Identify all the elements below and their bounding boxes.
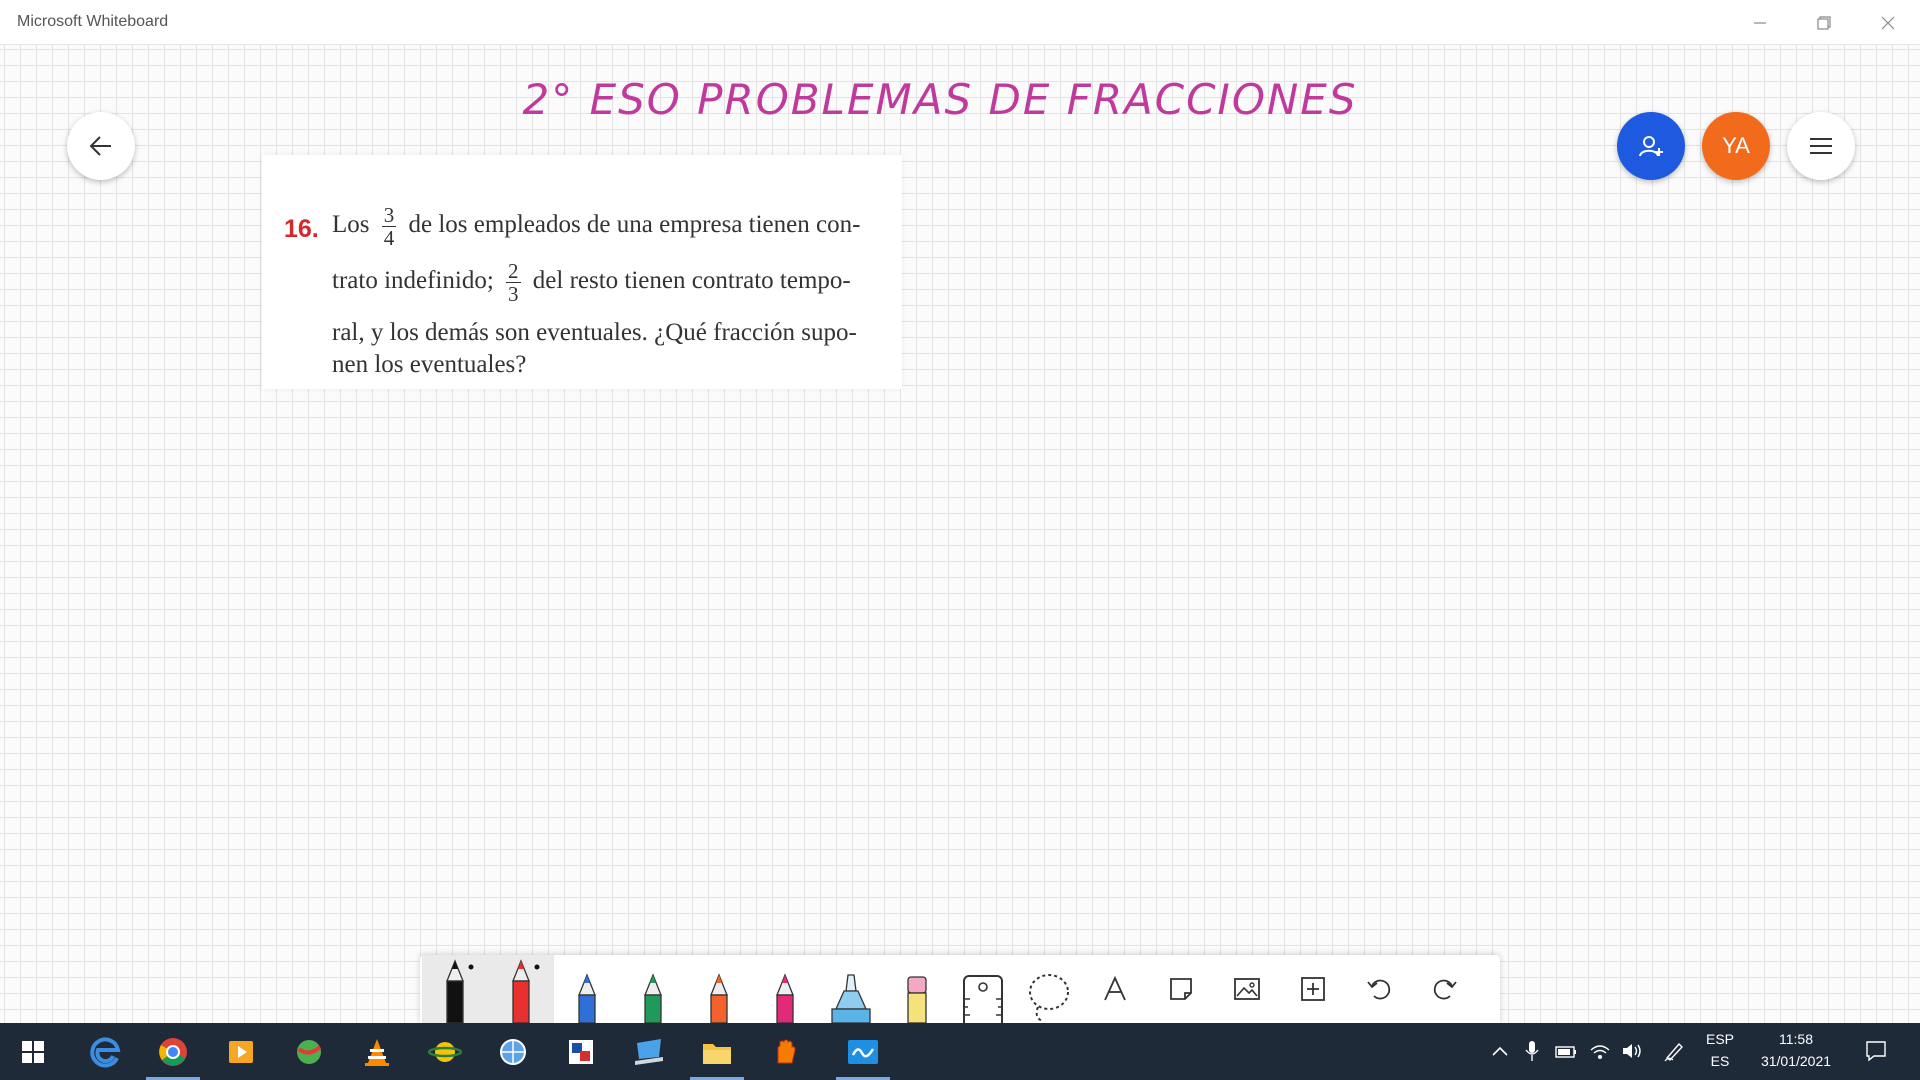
pen-red-icon [512,959,540,1023]
ruler-tool[interactable] [950,955,1016,1023]
eraser-icon [907,976,927,1023]
pen-blue-tool[interactable] [554,955,620,1023]
sticky-note-tool[interactable] [1148,955,1214,1023]
pen-pink-tool[interactable] [752,955,818,1023]
add-person-icon [1639,136,1663,157]
arrow-left-icon [89,136,111,156]
window-titlebar: Microsoft Whiteboard [0,0,1920,45]
vlc-cone-icon [365,1038,389,1066]
pen-blue-icon [578,973,596,1023]
fraction-two-thirds: 23 [506,259,521,306]
taskbar-vlc[interactable] [344,1023,410,1080]
invite-button[interactable] [1617,112,1685,180]
edge-icon [90,1036,121,1067]
back-button[interactable] [67,112,135,180]
taskbar-app-9[interactable] [616,1023,682,1080]
start-button[interactable] [0,1023,66,1080]
text-icon [1104,976,1126,1001]
text-tool[interactable] [1082,955,1148,1023]
taskbar-media-player[interactable] [208,1023,274,1080]
pen-orange-tool[interactable] [686,955,752,1023]
ruler-icon [963,975,1003,1023]
lasso-icon [1029,974,1069,1022]
planet-icon [428,1041,462,1062]
menu-button[interactable] [1787,112,1855,180]
board-title[interactable]: 2° ESO PROBLEMAS DE FRACCIONES [0,75,1880,124]
pen-orange-icon [710,973,728,1023]
window-title: Microsoft Whiteboard [17,13,169,30]
plus-square-icon [1301,977,1325,1001]
media-player-icon [229,1040,253,1063]
fraction-three-quarters: 34 [381,203,397,250]
tray-overflow-icon[interactable] [1486,1037,1514,1065]
minimize-button[interactable] [1728,0,1792,45]
restore-button[interactable] [1792,0,1856,45]
whiteboard-app-icon [848,1039,878,1064]
hamburger-menu-icon [1810,138,1832,154]
notifications-icon[interactable] [1862,1037,1890,1065]
highlighter-tool[interactable] [818,955,884,1023]
taskbar-edge[interactable] [72,1023,138,1080]
whiteboard-canvas[interactable]: 2° ESO PROBLEMAS DE FRACCIONES YA 16. Lo… [0,45,1920,1023]
pen-workspace-icon[interactable] [1660,1037,1688,1065]
lasso-tool[interactable] [1016,955,1082,1023]
eraser-tool[interactable] [884,955,950,1023]
pen-green-icon [644,973,662,1023]
redo-icon [1433,979,1457,1000]
laptop-icon [635,1038,663,1065]
pen-black-icon [446,959,474,1023]
pen-pink-icon [776,973,794,1023]
restore-icon [1817,15,1831,30]
undo-icon [1367,979,1391,1000]
language-indicator[interactable]: ESP ES [1700,1031,1740,1069]
sticky-note-icon [1170,978,1192,1000]
problem-line-1: Los 34 de los empleados de una empresa t… [332,203,861,250]
problem-line-3: ral, y los demás son eventuales. ¿Qué fr… [332,319,857,346]
clock-date: 31/01/2021 [1760,1053,1832,1069]
chrome-icon [159,1037,187,1066]
e-book-icon [569,1039,593,1064]
close-button[interactable] [1856,0,1920,45]
inking-toolbar [420,955,1500,1023]
battery-icon[interactable] [1552,1037,1580,1065]
minimize-icon [1754,21,1766,24]
globe-gear-icon [500,1038,526,1065]
clock-time: 11:58 [1779,1031,1813,1047]
user-avatar[interactable]: YA [1702,112,1770,180]
pen-red-tool[interactable] [488,955,554,1023]
taskbar-app-8[interactable] [548,1023,614,1080]
microphone-icon[interactable] [1518,1037,1546,1065]
taskbar-whiteboard[interactable] [830,1023,896,1080]
volume-icon[interactable] [1618,1037,1646,1065]
taskbar-app-4[interactable] [276,1023,342,1080]
image-tool[interactable] [1214,955,1280,1023]
hand-icon [777,1039,796,1063]
taskbar-app-11[interactable] [752,1023,818,1080]
redo-button[interactable] [1412,955,1478,1023]
problem-image[interactable]: 16. Los 34 de los empleados de una empre… [262,155,902,389]
undo-button[interactable] [1346,955,1412,1023]
pen-black-tool[interactable] [422,955,488,1023]
problem-line-2: trato indefinido; 23 del resto tienen co… [332,259,851,306]
taskbar-app-7[interactable] [480,1023,546,1080]
folder-icon [703,1043,731,1064]
image-icon [1234,978,1260,1000]
pen-green-tool[interactable] [620,955,686,1023]
taskbar-chrome[interactable] [140,1023,206,1080]
windows-taskbar: ESP ES 11:58 31/01/2021 [0,1023,1920,1080]
wifi-icon[interactable] [1586,1037,1614,1065]
problem-line-4: nen los eventuales? [332,351,527,378]
clock[interactable]: 11:58 31/01/2021 [1752,1031,1840,1069]
problem-number: 16. [284,215,319,243]
taskbar-file-explorer[interactable] [684,1023,750,1080]
close-icon [1881,16,1895,29]
add-content-tool[interactable] [1280,955,1346,1023]
highlighter-icon [831,974,871,1023]
taskbar-app-6[interactable] [412,1023,478,1080]
windows-logo-icon [22,1040,44,1063]
green-ball-icon [297,1039,322,1064]
